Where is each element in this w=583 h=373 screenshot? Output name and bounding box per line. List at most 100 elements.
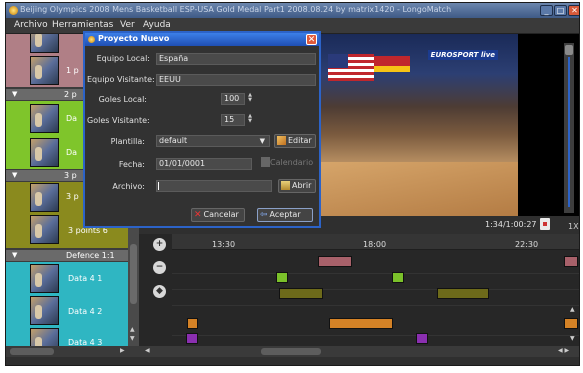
list-item[interactable]: Data 4 1 xyxy=(6,262,128,295)
list-item-label: Data 4 2 xyxy=(68,307,103,316)
away-team-label: Equipo Visitante: xyxy=(87,75,155,84)
hscroll-thumb[interactable] xyxy=(261,348,321,355)
accept-button[interactable]: ⇦ Aceptar xyxy=(257,208,313,222)
date-field[interactable]: 01/01/0001 xyxy=(156,158,252,170)
document-icon[interactable] xyxy=(540,218,550,230)
timeline-event[interactable] xyxy=(318,256,352,267)
timeline-event[interactable] xyxy=(279,288,323,299)
away-goals-spinner[interactable]: ▲ ▼ xyxy=(244,114,256,126)
play-thumbnail xyxy=(30,56,59,85)
scroll-right-icon[interactable]: ▶ xyxy=(120,347,125,354)
accept-button-label: Aceptar xyxy=(269,210,301,219)
remove-category-button[interactable]: − xyxy=(153,261,166,274)
cancel-button[interactable]: ✕ Cancelar xyxy=(191,208,245,222)
scroll-thumb[interactable] xyxy=(130,244,137,304)
play-thumbnail xyxy=(30,215,59,244)
home-team-field[interactable]: España xyxy=(156,53,316,65)
edit-button[interactable]: Editar xyxy=(274,134,316,148)
timeline-hscrollbar[interactable]: ◀ ◀ ▶ xyxy=(139,346,579,357)
slider-track xyxy=(568,57,570,207)
hscroll-thumb[interactable] xyxy=(10,348,54,355)
play-thumbnail xyxy=(30,34,59,53)
home-goals-field[interactable]: 100 xyxy=(221,93,245,105)
list-item-label: Da xyxy=(66,148,78,157)
list-item-label: 1 p xyxy=(66,66,79,75)
timeline[interactable]: 13:30 18:00 22:30 + − ◆ ▲ ▼ xyxy=(139,234,579,346)
expander-icon: ▼ xyxy=(12,90,18,98)
timeline-event[interactable] xyxy=(437,288,489,299)
away-team-field[interactable]: EEUU xyxy=(156,74,316,86)
close-dialog-button[interactable]: ✕ xyxy=(306,34,317,45)
timeline-event[interactable] xyxy=(187,318,198,329)
spain-flag xyxy=(374,56,410,66)
play-thumbnail xyxy=(30,183,59,212)
menu-ver[interactable]: Ver xyxy=(120,20,135,30)
new-project-dialog: Proyecto Nuevo ✕ Equipo Local: España Eq… xyxy=(83,31,321,228)
timeline-event[interactable] xyxy=(392,272,404,283)
minimize-button[interactable]: _ xyxy=(540,5,553,16)
timeline-event[interactable] xyxy=(416,333,428,344)
timeline-event[interactable] xyxy=(276,272,288,283)
playback-bar: 1:34/1:00:27 1X xyxy=(318,216,579,234)
scroll-left-right-icon[interactable]: ◀ ▶ xyxy=(558,347,569,354)
menu-archivo[interactable]: Archivo xyxy=(14,20,48,30)
edit-icon xyxy=(277,136,286,145)
category-header[interactable]: ▼ Defence 1:1 xyxy=(6,250,128,261)
list-item-label: Data 4 1 xyxy=(68,274,103,283)
close-window-button[interactable]: ✕ xyxy=(568,5,579,16)
list-item-label: 3 p xyxy=(66,192,79,201)
timeline-event[interactable] xyxy=(329,318,393,329)
expander-icon: ▼ xyxy=(12,251,18,259)
play-thumbnail xyxy=(30,138,59,167)
timeline-ruler: 13:30 18:00 22:30 xyxy=(172,234,579,250)
menu-herramientas[interactable]: Herramientas xyxy=(52,20,113,30)
tick-label: 18:00 xyxy=(363,240,387,249)
timeline-scroll-up-icon[interactable]: ▲ xyxy=(570,306,575,313)
dialog-app-icon xyxy=(88,36,95,43)
file-label: Archivo: xyxy=(112,182,145,191)
timeline-event[interactable] xyxy=(564,318,578,329)
plays-list-hscrollbar[interactable]: ▶ xyxy=(6,346,139,357)
menu-ayuda[interactable]: Ayuda xyxy=(143,20,171,30)
edit-button-label: Editar xyxy=(288,136,312,145)
category-label: 3 p xyxy=(64,171,77,180)
list-item[interactable]: Data 4 2 xyxy=(6,295,128,327)
open-button[interactable]: Abrir xyxy=(278,179,316,193)
scroll-up-icon[interactable]: ▲ xyxy=(130,326,135,333)
home-goals-label: Goles Local: xyxy=(98,95,147,104)
app-icon xyxy=(9,6,18,15)
slider-handle[interactable] xyxy=(565,45,573,55)
scroll-down-icon[interactable]: ▼ xyxy=(130,335,135,342)
play-thumbnail xyxy=(30,328,59,346)
category-label: 2 p xyxy=(64,90,77,99)
video-player[interactable]: EUROSPORT live xyxy=(318,34,518,216)
timeline-event[interactable] xyxy=(564,256,578,267)
template-label: Plantilla: xyxy=(110,137,145,146)
timeline-event[interactable] xyxy=(186,333,198,344)
home-goals-spinner[interactable]: ▲ ▼ xyxy=(244,93,256,105)
calendar-button[interactable]: Calendario xyxy=(261,157,313,167)
template-select[interactable]: default ▼ xyxy=(156,135,270,147)
basketball-court xyxy=(318,162,518,216)
timeline-scroll-down-icon[interactable]: ▼ xyxy=(570,335,575,342)
tool-button[interactable]: ◆ xyxy=(153,285,166,298)
accept-icon: ⇦ xyxy=(260,210,268,220)
broadcaster-logo: EUROSPORT live xyxy=(427,50,498,60)
time-readout: 1:34/1:00:27 xyxy=(485,220,537,229)
file-field[interactable] xyxy=(156,180,272,192)
maximize-button[interactable]: □ xyxy=(554,5,567,16)
add-category-button[interactable]: + xyxy=(153,238,166,251)
cancel-button-label: Cancelar xyxy=(203,210,239,219)
list-item[interactable]: Data 4 3 xyxy=(6,327,128,346)
calendar-icon xyxy=(261,157,270,167)
scroll-left-icon[interactable]: ◀ xyxy=(145,347,150,354)
volume-slider[interactable] xyxy=(564,43,574,213)
home-team-label: Equipo Local: xyxy=(96,54,150,63)
main-window: Beijing Olympics 2008 Mens Basketball ES… xyxy=(5,2,580,366)
template-select-value: default xyxy=(159,136,188,145)
list-item-label: Data 4 3 xyxy=(68,338,103,346)
speed-label: 1X xyxy=(568,222,579,231)
away-goals-field[interactable]: 15 xyxy=(221,114,245,126)
window-title: Beijing Olympics 2008 Mens Basketball ES… xyxy=(20,5,452,14)
calendar-button-label: Calendario xyxy=(270,158,314,167)
